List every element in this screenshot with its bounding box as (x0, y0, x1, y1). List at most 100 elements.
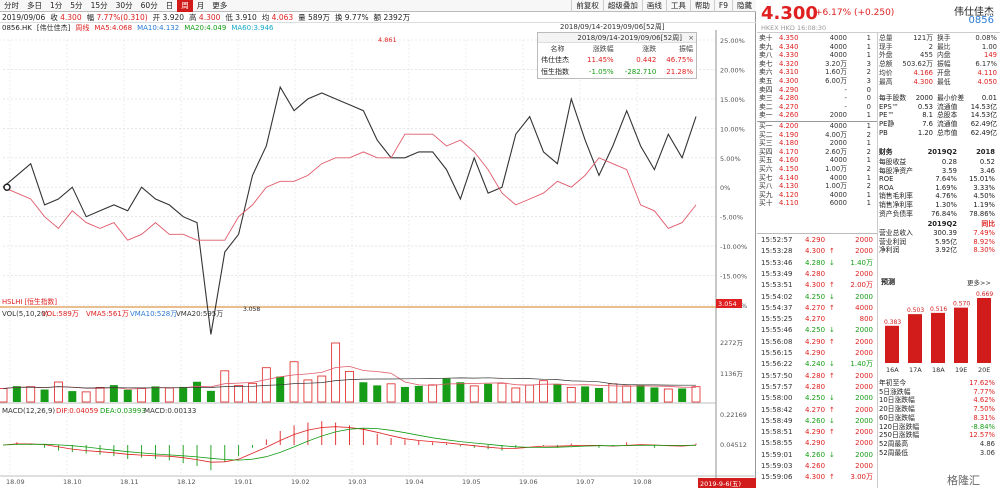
volume-bar (373, 385, 382, 402)
tick-cell: 15:58:51 (761, 428, 793, 437)
finance-row: 营业利润 5.95亿 8.92% (879, 238, 997, 247)
x-end-label: 2019-9-6(五) (700, 480, 741, 488)
order-book-row: 买七 4.140 4000 1 (757, 174, 877, 183)
tick-row: 15:55:46 4.250 ↓ 2000 (757, 325, 877, 336)
finance-row: 营业总收入 300.39 7.49% (879, 229, 997, 238)
forecast-bar (908, 314, 922, 363)
finance-cell: 7.49% (973, 229, 995, 237)
tick-cell: 4.290 (805, 349, 826, 357)
tick-cell: 4.300 (805, 247, 826, 256)
tick-cell: 4.270 (805, 315, 826, 324)
stat-cell: 455 (920, 51, 933, 60)
order-book-cell: 6000 (829, 199, 847, 208)
x-tick-label: 18.11 (120, 478, 139, 486)
fundamental-row: PB 1.20 总市值 62.49亿 (879, 129, 997, 138)
forecast-year: 20E (978, 366, 990, 374)
forecast-bar (931, 312, 945, 363)
volume-bar (317, 375, 327, 403)
volume-bar (54, 381, 63, 403)
tick-cell: 1.40万 (850, 258, 873, 267)
order-book-cell: 1 (866, 139, 871, 148)
performance-value: 7.77% (973, 387, 995, 396)
tick-cell: ↑ (829, 281, 835, 290)
fundamental-cell: 2000 (915, 94, 933, 102)
performance-row: 60日涨跌幅 8.31% (879, 414, 997, 423)
order-book-cell: 1.00万 (825, 165, 847, 173)
watermark: 格隆汇 (947, 474, 980, 487)
order-book-row: 买六 4.150 1.00万 2 (757, 165, 877, 174)
forecast-bar (977, 298, 991, 363)
tick-cell: 4.290 (805, 236, 826, 244)
finance-row: 财务 2019Q2 2018 (879, 148, 997, 157)
tick-cell: 15:57:50 (761, 371, 793, 380)
stat-cell: 开盘 (937, 68, 951, 77)
x-tick-label: 19.07 (576, 478, 595, 486)
order-book-cell: 0 (866, 85, 871, 94)
volume-bar (234, 384, 244, 403)
market-info: HKEX HKD 16:08:30 (761, 24, 827, 32)
tick-row: 15:59:01 4.260 ↓ 2000 (757, 450, 877, 461)
tick-cell: 15:56:22 (761, 360, 793, 369)
finance-cell: 2019Q2 (927, 220, 957, 228)
volume-bar (359, 382, 368, 402)
tick-cell: ↑ (829, 428, 835, 437)
tick-cell: 4.280 (805, 371, 826, 380)
finance-row: 每股收益 0.28 0.52 (879, 158, 997, 167)
tick-cell: 2000 (855, 382, 873, 391)
volume-bar (608, 383, 618, 403)
tick-row: 15:53:49 4.280 2000 (757, 269, 877, 280)
volume-bar (179, 386, 188, 402)
panel-divider (877, 33, 878, 488)
volume-bar (594, 387, 603, 402)
tick-row: 15:53:46 4.280 ↓ 1.40万 (757, 258, 877, 269)
tick-cell: 2000 (855, 416, 873, 425)
tick-row: 15:59:03 4.260 2000 (757, 461, 877, 472)
stat-row: 总额 503.62万 振幅 6.17% (879, 60, 997, 69)
volume-bar (497, 382, 507, 403)
order-book-cell: 4.00万 (825, 130, 847, 139)
close-icon[interactable]: × (688, 33, 694, 43)
order-book-cell: 1 (866, 199, 871, 208)
order-book-cell: 1 (866, 34, 871, 42)
order-book-row: 买一 4.200 4000 1 (757, 122, 877, 131)
finance-cell: 销售净利率 (879, 201, 913, 209)
compare-header: 涨跌幅 (592, 44, 614, 53)
tick-cell: 2.00万 (850, 281, 873, 290)
tick-row: 15:52:57 4.290 2000 (757, 235, 877, 246)
stat-cell: 149 (984, 51, 997, 60)
stat-row: 均价 4.166 开盘 4.110 (879, 69, 997, 78)
forecast-value: 0.570 (953, 301, 970, 308)
stat-cell: 4.300 (913, 77, 933, 86)
performance-label: 年初至今 (879, 379, 907, 387)
fundamental-cell: PE静 (879, 120, 895, 129)
order-book-row: 买二 4.190 4.00万 2 (757, 131, 877, 140)
tick-row: 15:58:00 4.250 ↓ 2000 (757, 393, 877, 404)
macd-title: MACD(12,26,9) (2, 407, 55, 415)
quote-panel: 4.300 +6.17% (+0.250) 伟仕佳杰 0856 HKEX HKD… (757, 0, 1000, 488)
x-tick-label: 19.02 (291, 478, 310, 486)
fundamental-cell: 总市值 (937, 128, 958, 137)
tick-cell: ↓ (829, 416, 835, 425)
order-book-row: 买三 4.180 2000 1 (757, 139, 877, 148)
tick-cell: 1.40万 (850, 360, 873, 369)
finance-cell: 3.92亿 (935, 246, 957, 255)
fundamental-cell: 62.49亿 (970, 120, 997, 129)
order-book-cell: 4.270 (779, 102, 799, 111)
fundamental-cell: PB (879, 128, 888, 137)
y-tick-label: -5.00% (720, 214, 743, 222)
finance-row: 净利润 3.92亿 8.30% (879, 246, 997, 255)
order-book-cell: 4.260 (779, 111, 799, 120)
performance-row: 120日涨跌幅 -8.84% (879, 423, 997, 432)
compare-header: 振幅 (679, 44, 693, 53)
volume-bar (68, 391, 77, 402)
finance-cell: 2018 (976, 148, 995, 156)
order-book-cell: 4000 (829, 173, 847, 182)
volume-bar (442, 378, 451, 402)
fundamental-cell: 0.53 (917, 102, 933, 111)
fundamental-row: 每手股数 2000 最小价差 0.01 (879, 94, 997, 103)
tick-cell: 15:58:42 (761, 405, 793, 414)
order-book-row: 卖六 4.310 1.60万 2 (757, 68, 877, 77)
forecast-value: 0.516 (930, 306, 947, 313)
x-tick-label: 19.03 (348, 478, 367, 486)
forecast-bar (885, 325, 899, 363)
